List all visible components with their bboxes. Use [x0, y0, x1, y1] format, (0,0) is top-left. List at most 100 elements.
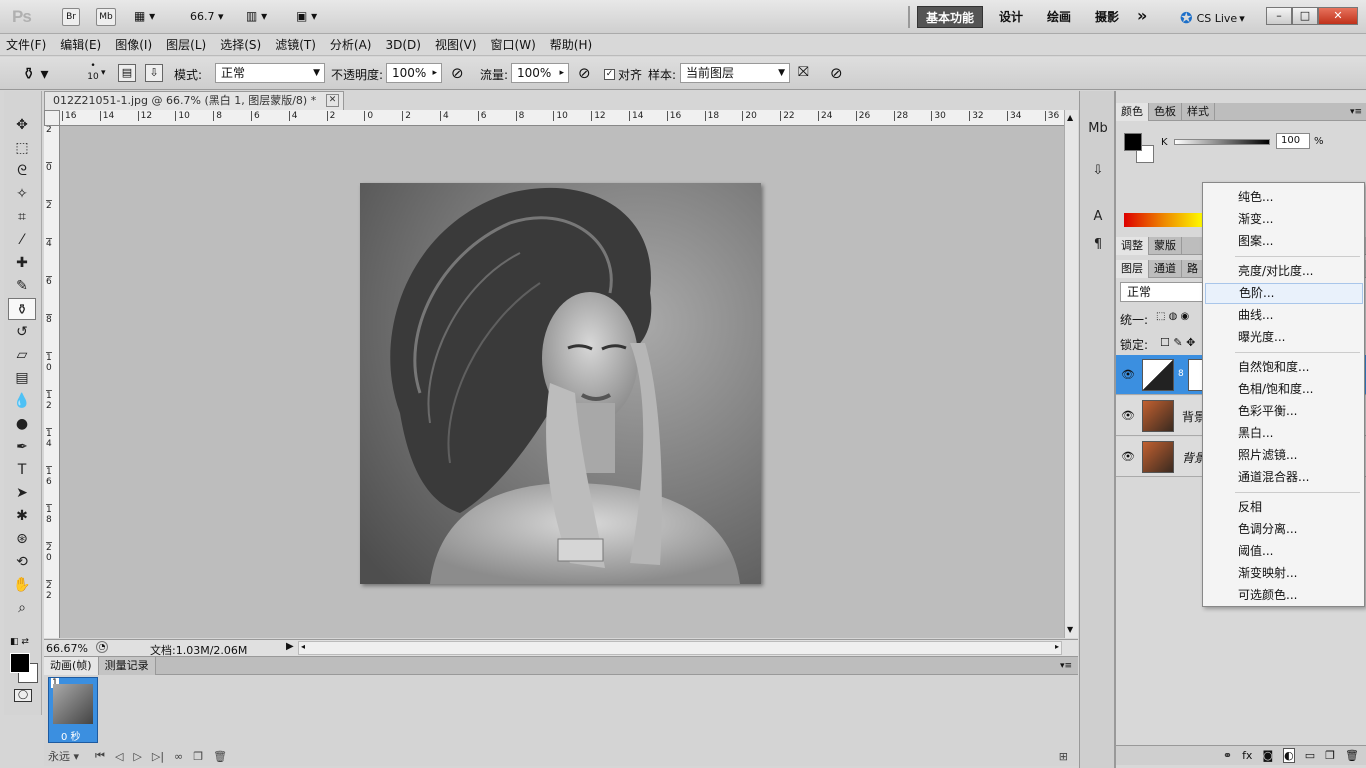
healing-brush-tool-icon[interactable]: ✚: [8, 252, 36, 274]
scroll-right-icon[interactable]: ▸: [1055, 642, 1059, 651]
clone-source-icon[interactable]: ⇩: [145, 64, 163, 82]
menu-analysis[interactable]: 分析(A): [330, 36, 372, 53]
more-workspaces-button[interactable]: »: [1137, 6, 1147, 25]
frame-delay[interactable]: 0 秒: [61, 728, 81, 743]
3d-orbit-tool-icon[interactable]: ⟲: [8, 551, 36, 573]
tab-masks[interactable]: 蒙版: [1149, 236, 1182, 255]
tab-adjustments[interactable]: 调整: [1116, 236, 1149, 255]
first-frame-icon[interactable]: ⏮: [95, 749, 105, 763]
zoom-readout[interactable]: 66.67%: [46, 642, 88, 655]
clone-stamp-tool-icon[interactable]: ⚱: [8, 298, 36, 320]
lock-icons[interactable]: ☐ ✎ ✥: [1160, 336, 1195, 349]
workspace-design[interactable]: 设计: [991, 6, 1031, 28]
flow-input[interactable]: 100% ▸: [511, 63, 569, 83]
paragraph-panel-icon[interactable]: ¶: [1085, 233, 1111, 257]
eraser-tool-icon[interactable]: ▱: [8, 344, 36, 366]
panel-menu-icon[interactable]: ▾≡: [1060, 661, 1072, 671]
default-colors-icon[interactable]: ◧ ⇄: [10, 637, 29, 647]
move-tool-icon[interactable]: ✥: [8, 114, 36, 136]
brush-panel-icon[interactable]: ▤: [118, 64, 136, 82]
minibridge-panel-icon[interactable]: Mb: [1085, 117, 1111, 141]
ignore-adjustment-layers-icon[interactable]: ⛝: [798, 64, 809, 80]
opacity-input[interactable]: 100% ▸: [386, 63, 442, 83]
menu-item-pattern[interactable]: 图案...: [1205, 231, 1363, 252]
bridge-button[interactable]: Br: [62, 8, 80, 26]
new-group-icon[interactable]: ▭: [1305, 749, 1315, 762]
type-tool-icon[interactable]: T: [8, 459, 36, 481]
tab-measurement-log[interactable]: 测量记录: [98, 656, 156, 675]
maximize-button[interactable]: □: [1292, 7, 1318, 25]
document-tab[interactable]: 012Z21051-1.jpg @ 66.7% (黑白 1, 图层蒙版/8) *…: [44, 91, 344, 110]
close-document-button[interactable]: ✕: [326, 94, 339, 107]
menu-item-vibrance[interactable]: 自然饱和度...: [1205, 357, 1363, 378]
history-brush-tool-icon[interactable]: ↺: [8, 321, 36, 343]
menu-item-curves[interactable]: 曲线...: [1205, 305, 1363, 326]
character-panel-icon[interactable]: A: [1085, 205, 1111, 229]
quick-mask-icon[interactable]: ◯: [14, 689, 32, 702]
path-selection-tool-icon[interactable]: ➤: [8, 482, 36, 504]
add-mask-icon[interactable]: ◙: [1262, 749, 1273, 762]
menu-item-threshold[interactable]: 阈值...: [1205, 541, 1363, 562]
link-layers-icon[interactable]: ⚭: [1223, 749, 1232, 762]
lasso-tool-icon[interactable]: ᘓ: [8, 160, 36, 182]
menu-item-levels[interactable]: 色阶...: [1205, 283, 1363, 304]
menu-view[interactable]: 视图(V): [435, 36, 477, 53]
tab-paths[interactable]: 路: [1182, 259, 1204, 278]
menu-item-channel-mixer[interactable]: 通道混合器...: [1205, 467, 1363, 488]
duplicate-frame-icon[interactable]: ❐: [193, 750, 203, 763]
menu-filter[interactable]: 滤镜(T): [275, 36, 316, 53]
minibridge-button[interactable]: Mb: [96, 8, 116, 26]
menu-help[interactable]: 帮助(H): [550, 36, 592, 53]
menu-item-color-balance[interactable]: 色彩平衡...: [1205, 401, 1363, 422]
animation-frame[interactable]: 1 0 秒: [48, 677, 98, 743]
convert-timeline-icon[interactable]: ⊞: [1059, 750, 1068, 763]
visibility-eye-icon[interactable]: 👁: [1120, 408, 1136, 424]
menu-item-hue-saturation[interactable]: 色相/饱和度...: [1205, 379, 1363, 400]
visibility-eye-icon[interactable]: 👁: [1120, 449, 1136, 465]
panel-menu-icon[interactable]: ▾≡: [1350, 107, 1362, 117]
canvas-area[interactable]: [60, 126, 1064, 638]
scroll-up-icon[interactable]: ▲: [1067, 113, 1073, 122]
next-frame-icon[interactable]: ▷|: [152, 750, 164, 763]
cslive-button[interactable]: ✪ CS Live ▾: [1180, 9, 1245, 27]
menu-3d[interactable]: 3D(D): [385, 38, 420, 52]
screen-mode-icon[interactable]: ▣ ▾: [296, 9, 317, 23]
pressure-opacity-icon[interactable]: ⊘: [451, 64, 464, 82]
k-slider[interactable]: [1174, 139, 1270, 145]
gradient-tool-icon[interactable]: ▤: [8, 367, 36, 389]
tab-styles[interactable]: 样式: [1182, 102, 1215, 121]
foreground-color-swatch[interactable]: [10, 653, 30, 673]
dodge-tool-icon[interactable]: ●: [8, 413, 36, 435]
workspace-photography[interactable]: 摄影: [1087, 6, 1127, 28]
airbrush-icon[interactable]: ⊘: [578, 64, 591, 82]
menu-item-black-white[interactable]: 黑白...: [1205, 423, 1363, 444]
tab-swatches[interactable]: 色板: [1149, 102, 1182, 121]
tab-animation[interactable]: 动画(帧): [44, 656, 99, 675]
menu-item-invert[interactable]: 反相: [1205, 497, 1363, 518]
tween-icon[interactable]: ∞: [174, 750, 183, 763]
blur-tool-icon[interactable]: 💧: [8, 390, 36, 412]
pressure-size-icon[interactable]: ⊘: [830, 64, 843, 82]
loop-select[interactable]: 永远 ▾: [48, 748, 79, 764]
menu-select[interactable]: 选择(S): [220, 36, 261, 53]
crop-tool-icon[interactable]: ⌗: [8, 206, 36, 228]
menu-item-selective-color[interactable]: 可选颜色...: [1205, 585, 1363, 606]
new-adjustment-layer-icon[interactable]: ◐: [1283, 748, 1295, 763]
menu-file[interactable]: 文件(F): [6, 36, 46, 53]
3d-rotate-tool-icon[interactable]: ⊛: [8, 528, 36, 550]
tab-layers[interactable]: 图层: [1116, 259, 1149, 278]
workspace-painting[interactable]: 绘画: [1039, 6, 1079, 28]
close-button[interactable]: ✕: [1318, 7, 1358, 25]
color-foreground-swatch[interactable]: [1124, 133, 1142, 151]
play-icon[interactable]: ▷: [133, 750, 141, 763]
tab-channels[interactable]: 通道: [1149, 259, 1182, 278]
menu-item-gradient-map[interactable]: 渐变映射...: [1205, 563, 1363, 584]
sample-select[interactable]: 当前图层 ▼: [680, 63, 790, 83]
visibility-eye-icon[interactable]: 👁: [1120, 367, 1136, 383]
vertical-scrollbar[interactable]: ▲ ▼: [1064, 110, 1078, 638]
minimize-button[interactable]: –: [1266, 7, 1292, 25]
clone-stamp-preset-icon[interactable]: ⚱ ▾: [22, 64, 49, 83]
menu-item-photo-filter[interactable]: 照片滤镜...: [1205, 445, 1363, 466]
arrange-documents-icon[interactable]: ▥ ▾: [246, 9, 267, 23]
scroll-left-icon[interactable]: ◂: [301, 642, 305, 651]
